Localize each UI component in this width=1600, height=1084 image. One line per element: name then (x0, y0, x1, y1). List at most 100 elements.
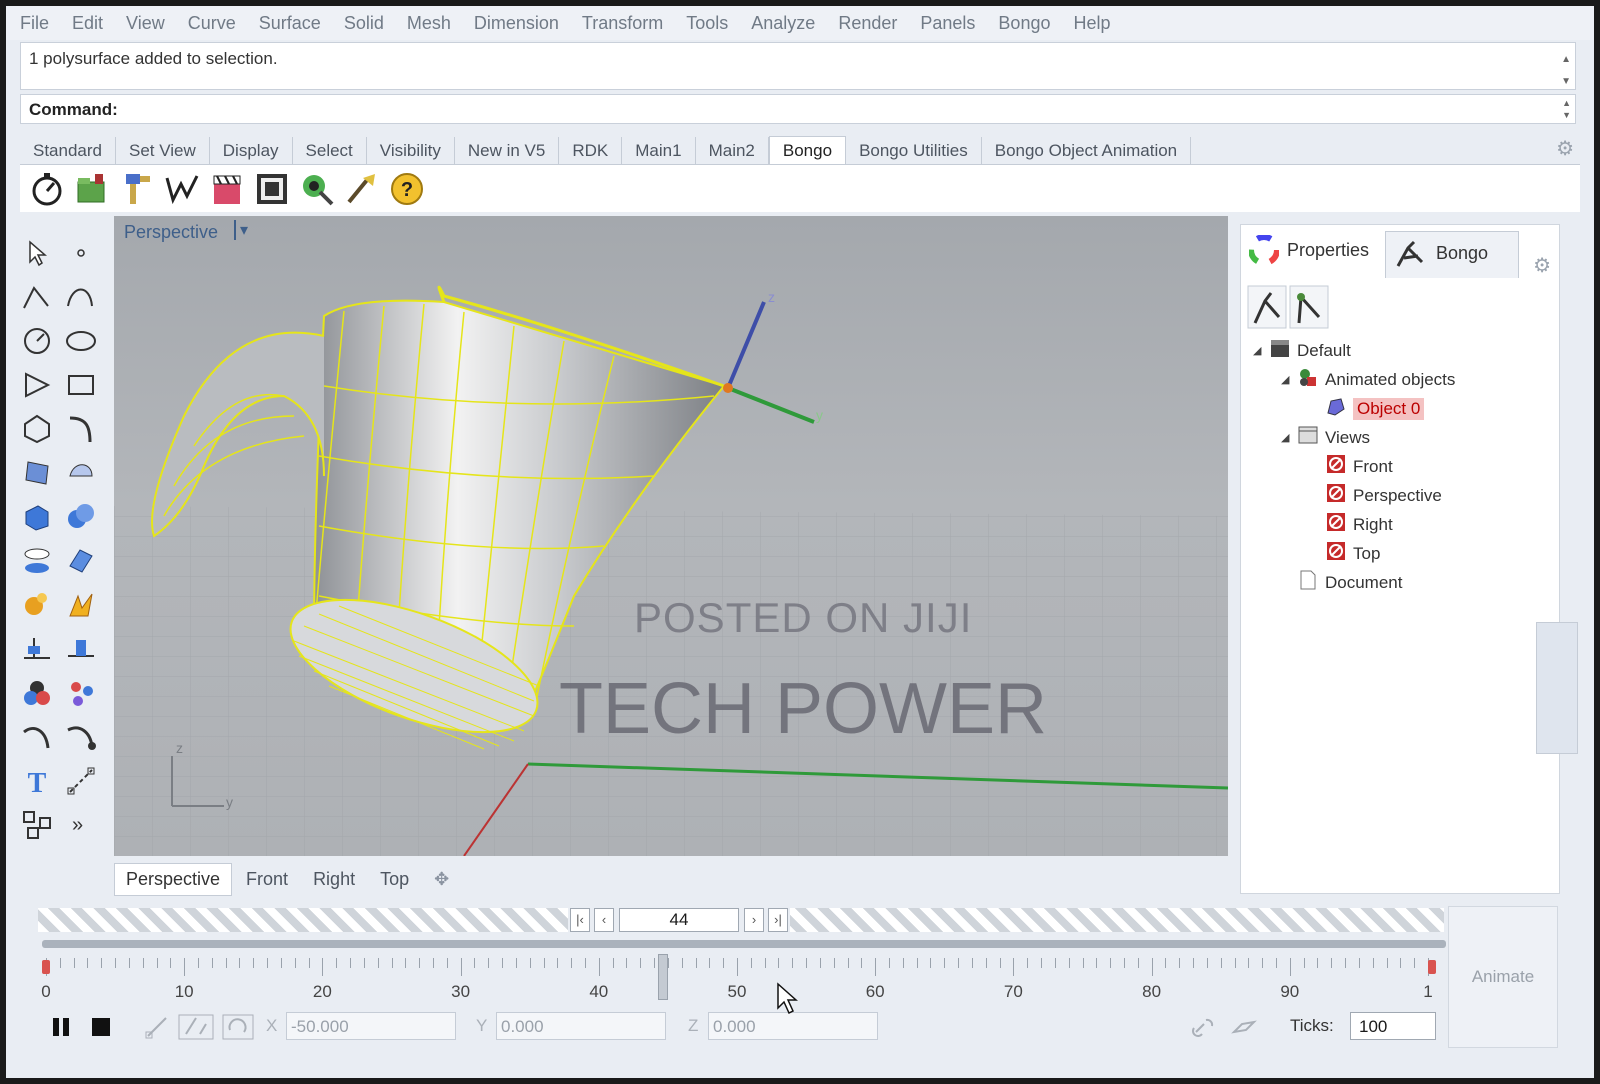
tab-front[interactable]: Front (235, 864, 299, 895)
tab-properties[interactable]: Properties (1249, 235, 1369, 265)
clapper-icon[interactable] (208, 170, 246, 208)
wand-icon[interactable] (343, 170, 381, 208)
toolbar-tab-rdk[interactable]: RDK (559, 137, 623, 164)
explode-icon[interactable] (64, 588, 98, 622)
perspective-viewport[interactable]: z y Perspective ▾ z y POSTED ON JIJI TEC… (114, 216, 1228, 856)
next-frame-button[interactable]: › (744, 908, 764, 932)
ticks-input[interactable]: 100 (1350, 1012, 1436, 1040)
text-icon[interactable]: T (20, 764, 54, 798)
toolbar-tab-set-view[interactable]: Set View (116, 137, 210, 164)
toolbar-tab-select[interactable]: Select (293, 137, 367, 164)
transform-icon[interactable] (20, 588, 54, 622)
command-line[interactable]: Command: ▲ ▼ (20, 94, 1576, 124)
playhead[interactable] (658, 954, 668, 1000)
menu-render[interactable]: Render (838, 13, 897, 34)
expand-triangle-icon[interactable]: ◢ (1281, 431, 1297, 444)
folder-icon[interactable] (73, 170, 111, 208)
toolbar-tab-standard[interactable]: Standard (20, 137, 116, 164)
box-icon[interactable] (20, 500, 54, 534)
menu-view[interactable]: View (126, 13, 165, 34)
move-key-icon[interactable] (144, 1014, 170, 1040)
toolbar-tab-new-in-v5[interactable]: New in V5 (455, 137, 560, 164)
menu-tools[interactable]: Tools (686, 13, 728, 34)
tree-item-document[interactable]: Document (1281, 569, 1402, 596)
surface-edit-icon[interactable] (64, 456, 98, 490)
tree-item-animated-objects[interactable]: ◢ Animated objects (1281, 366, 1455, 393)
menu-transform[interactable]: Transform (582, 13, 663, 34)
fillet-icon[interactable] (64, 412, 98, 446)
align-icon[interactable] (20, 632, 54, 666)
menu-help[interactable]: Help (1073, 13, 1110, 34)
curve-icon[interactable] (163, 170, 201, 208)
ellipse-icon[interactable] (64, 324, 98, 358)
viewport-menu-caret-icon[interactable]: ▾ (234, 220, 248, 240)
tree-item-top[interactable]: Top (1309, 540, 1380, 567)
polygon-icon[interactable] (20, 412, 54, 446)
y-coord-input[interactable]: 0.000 (496, 1012, 666, 1040)
select-arrow-icon[interactable] (20, 236, 54, 270)
rotate-key-icon[interactable] (222, 1014, 254, 1040)
history-scroll-arrows[interactable]: ▲ ▼ (1561, 49, 1571, 93)
command-spinner[interactable]: ▲ ▼ (1562, 97, 1571, 121)
bongo-animate-icon[interactable] (1247, 285, 1287, 329)
add-viewport-icon[interactable]: ✥ (423, 864, 460, 895)
stopwatch-icon[interactable] (28, 170, 66, 208)
dimension-icon[interactable] (64, 764, 98, 798)
x-coord-input[interactable]: -50.000 (286, 1012, 456, 1040)
menu-dimension[interactable]: Dimension (474, 13, 559, 34)
align-bottom-icon[interactable] (64, 632, 98, 666)
gear-icon[interactable]: ⚙ (1556, 136, 1574, 161)
menu-panels[interactable]: Panels (920, 13, 975, 34)
first-frame-button[interactable]: |‹ (570, 908, 590, 932)
toolbar-tab-main1[interactable]: Main1 (622, 137, 696, 164)
toolbar-tab-bongo-utilities[interactable]: Bongo Utilities (846, 137, 982, 164)
menu-solid[interactable]: Solid (344, 13, 384, 34)
menu-bongo[interactable]: Bongo (998, 13, 1050, 34)
point-icon[interactable] (64, 236, 98, 270)
viewport-title[interactable]: Perspective (124, 222, 218, 243)
cylinder-icon[interactable] (20, 544, 54, 578)
link-icon[interactable] (1188, 1014, 1220, 1040)
arc-icon[interactable] (20, 368, 54, 402)
render-icon[interactable] (253, 170, 291, 208)
tree-item-object-0[interactable]: Object 0 (1309, 395, 1425, 422)
collapsed-panel[interactable] (1536, 622, 1578, 754)
expand-triangle-icon[interactable]: ◢ (1281, 373, 1297, 386)
surface-icon[interactable] (20, 456, 54, 490)
mesh-icon[interactable] (64, 544, 98, 578)
start-keyframe-marker[interactable] (42, 960, 50, 974)
polyline-icon[interactable] (20, 280, 54, 314)
group-icon[interactable] (20, 676, 54, 710)
timeline-track[interactable] (42, 940, 1446, 948)
help-icon[interactable]: ? (388, 170, 426, 208)
menu-surface[interactable]: Surface (259, 13, 321, 34)
circle-icon[interactable] (20, 324, 54, 358)
tree-item-front[interactable]: Front (1309, 453, 1393, 480)
edit-key-icon[interactable] (178, 1014, 214, 1040)
end-keyframe-marker[interactable] (1428, 960, 1436, 974)
boolean-icon[interactable] (64, 500, 98, 534)
toolbar-tab-main2[interactable]: Main2 (696, 137, 769, 164)
blend-icon[interactable] (64, 720, 98, 754)
tab-right[interactable]: Right (302, 864, 366, 895)
tab-perspective[interactable]: Perspective (114, 862, 233, 896)
tree-item-perspective[interactable]: Perspective (1309, 482, 1442, 509)
menu-analyze[interactable]: Analyze (751, 13, 815, 34)
ungroup-icon[interactable] (64, 676, 98, 710)
expand-triangle-icon[interactable]: ◢ (1253, 344, 1269, 357)
timeline-ruler[interactable] (46, 958, 1442, 976)
menu-edit[interactable]: Edit (72, 13, 103, 34)
stop-icon[interactable] (88, 1014, 114, 1040)
hand-icon[interactable] (1228, 1014, 1260, 1040)
pause-icon[interactable] (48, 1014, 74, 1040)
menu-curve[interactable]: Curve (188, 13, 236, 34)
toolbar-tab-display[interactable]: Display (210, 137, 293, 164)
rectangle-icon[interactable] (64, 368, 98, 402)
more-tools-icon[interactable]: » (72, 814, 106, 848)
array-icon[interactable] (20, 808, 54, 842)
animate-button[interactable]: Animate (1448, 906, 1558, 1048)
z-coord-input[interactable]: 0.000 (708, 1012, 878, 1040)
menu-mesh[interactable]: Mesh (407, 13, 451, 34)
curve-points-icon[interactable] (64, 280, 98, 314)
prev-frame-button[interactable]: ‹ (594, 908, 614, 932)
